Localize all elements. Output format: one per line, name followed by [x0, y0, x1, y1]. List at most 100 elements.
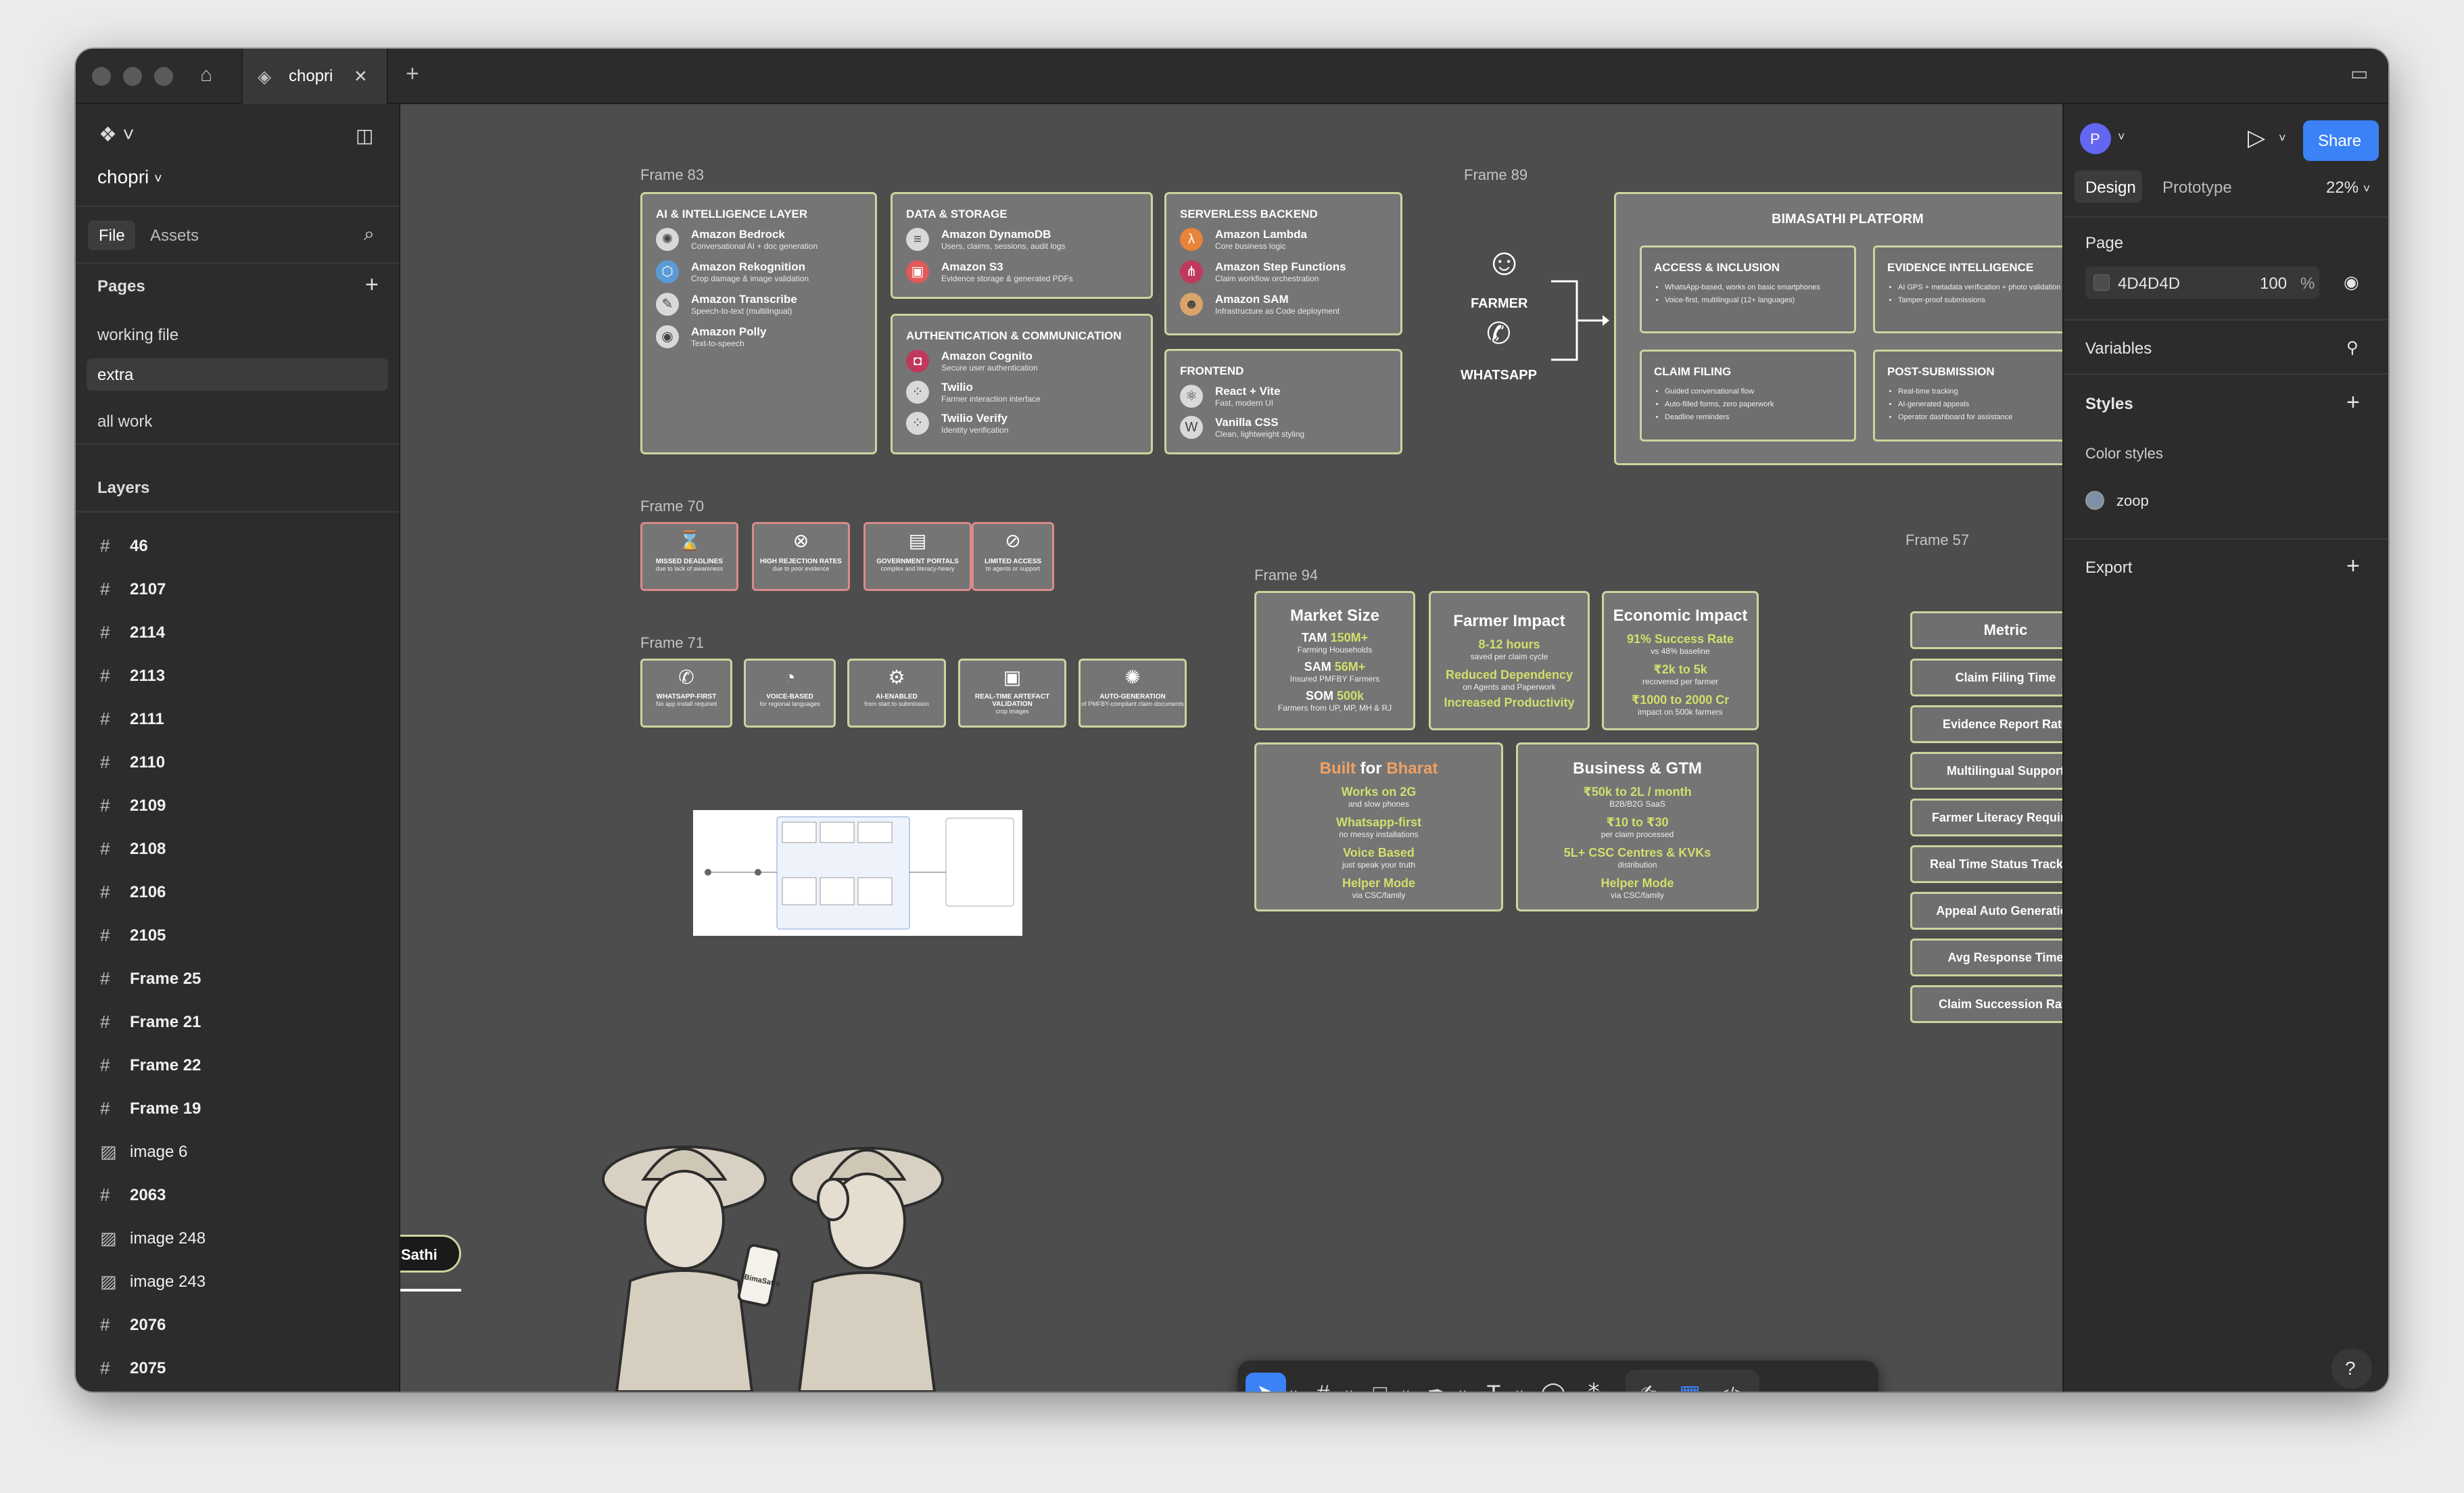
draw-tool-icon[interactable]: ✍ — [1630, 1375, 1666, 1392]
avatar[interactable]: P — [2080, 123, 2111, 154]
layer-row[interactable]: #2111 — [76, 698, 399, 741]
doc-tab[interactable]: ◈ chopri × — [241, 49, 388, 104]
help-button[interactable]: ? — [2331, 1348, 2372, 1389]
page-item[interactable]: working file — [97, 326, 179, 345]
serverless-card[interactable]: SERVERLESS BACKEND λ Amazon Lambda Core bu… — [1164, 192, 1402, 335]
problems-frame[interactable]: ⌛ MISSED DEADLINES due to lack of awarenes… — [640, 522, 1073, 591]
layer-row[interactable]: #2106 — [76, 871, 399, 914]
move-tool-button[interactable]: ➤ — [1246, 1373, 1286, 1392]
components-tool-icon[interactable]: ⁂ — [1575, 1375, 1612, 1392]
platform-card[interactable]: BIMASATHI PLATFORM ACCESS & INCLUSIONWha… — [1614, 192, 2062, 465]
page-item-selected[interactable]: extra — [87, 358, 388, 391]
text-tool-icon[interactable]: T — [1475, 1375, 1512, 1392]
minimize-window-button[interactable] — [123, 67, 142, 86]
metric-header: Metric — [1910, 611, 2062, 649]
add-export-icon[interactable]: + — [2346, 553, 2360, 579]
sidebar-panel-icon[interactable]: ▭ — [2350, 64, 2368, 84]
layer-row[interactable]: #2108 — [76, 828, 399, 871]
layer-row[interactable]: #2110 — [76, 741, 399, 784]
chevron-down-icon[interactable]: ˅ — [1512, 1375, 1527, 1392]
home-icon[interactable]: ⌂ — [200, 65, 212, 85]
chevron-down-icon[interactable]: ˅ — [2279, 131, 2286, 145]
layer-row[interactable]: ▨ image 6 — [76, 1131, 399, 1174]
data-storage-card[interactable]: DATA & STORAGE ≡ Amazon DynamoDB Users, cl… — [891, 192, 1153, 299]
close-window-button[interactable] — [92, 67, 111, 86]
add-page-icon[interactable]: + — [365, 272, 379, 298]
frame-label[interactable]: Frame 70 — [640, 498, 704, 515]
layer-name: 2114 — [130, 623, 166, 642]
frame-icon: # — [100, 882, 110, 902]
chevron-down-icon[interactable]: ˅ — [1286, 1375, 1301, 1392]
metric-row: Farmer Literacy Required — [1910, 799, 2062, 836]
frame-label[interactable]: Frame 71 — [640, 634, 704, 652]
page-color-field[interactable]: 4D4D4D 100 % — [2085, 266, 2319, 299]
layer-row[interactable]: # Frame 19 — [76, 1087, 399, 1131]
frontend-card[interactable]: FRONTEND ⚛ React + Vite Fast, modern UI WV… — [1164, 349, 1402, 454]
built-for-bharat-card[interactable]: Built for Bharat Works on 2G and slow pho… — [1254, 742, 1503, 911]
canvas[interactable]: Frame 83 AI & INTELLIGENCE LAYER ✺ Amazon… — [400, 104, 2062, 1392]
business-gtm-card[interactable]: Business & GTM ₹50k to 2L / month B2B/B2G… — [1516, 742, 1759, 911]
layer-row[interactable]: #2107 — [76, 568, 399, 611]
chevron-down-icon[interactable]: ˅ — [1455, 1375, 1470, 1392]
frame-label[interactable]: Frame 83 — [640, 166, 704, 184]
zoom-window-button[interactable] — [154, 67, 173, 86]
layer-row[interactable]: #2075 — [76, 1347, 399, 1390]
layer-row[interactable]: #2114 — [76, 611, 399, 655]
frame-label[interactable]: Frame 57 — [1905, 531, 1969, 549]
image-icon: ▨ — [100, 1228, 117, 1248]
frame-label[interactable]: Frame 89 — [1464, 166, 1527, 184]
diagram-thumbnail[interactable] — [693, 810, 1022, 936]
layer-row[interactable]: #2113 — [76, 655, 399, 698]
economic-impact-card[interactable]: Economic Impact 91% Success Rate vs 48% b… — [1602, 591, 1759, 730]
lambda-icon: λ — [1180, 228, 1203, 251]
farmer-impact-card[interactable]: Farmer Impact 8-12 hours saved per claim … — [1429, 591, 1590, 730]
zoom-level[interactable]: 22% ˅ — [2326, 179, 2370, 197]
dev-mode-icon[interactable]: </> — [1713, 1375, 1750, 1392]
tab-prototype[interactable]: Prototype — [2162, 179, 2232, 197]
variables-icon[interactable]: ⚲ — [2346, 338, 2359, 358]
layer-row[interactable]: #46 — [76, 525, 399, 568]
page-item[interactable]: all work — [97, 412, 152, 431]
features-frame[interactable]: ✆ WHATSAPP-FIRST No app install required ◔… — [640, 659, 1195, 728]
file-name[interactable]: chopri ˅ — [97, 166, 162, 188]
toggle-sidebar-icon[interactable]: ◫ — [356, 124, 373, 147]
share-button[interactable]: Share — [2303, 120, 2379, 161]
frame-tool-icon[interactable]: # — [1305, 1375, 1342, 1392]
problem-card: ⊘ LIMITED ACCESS to agents or support — [972, 522, 1054, 591]
chevron-down-icon[interactable]: ˅ — [1398, 1375, 1413, 1392]
variables-title: Variables — [2085, 339, 2152, 358]
auth-card[interactable]: AUTHENTICATION & COMMUNICATION ◘ Amazon C… — [891, 314, 1153, 454]
tab-file[interactable]: File — [88, 220, 135, 250]
main-menu-icon[interactable]: ❖ ˅ — [99, 123, 135, 147]
layer-row[interactable]: # Frame 25 — [76, 957, 399, 1001]
layer-row[interactable]: #2063 — [76, 1174, 399, 1217]
sathi-pill[interactable]: Sathi — [400, 1235, 461, 1273]
color-style-swatch[interactable] — [2085, 491, 2104, 510]
layer-row[interactable]: #2076 — [76, 1304, 399, 1347]
eye-icon[interactable]: ◉ — [2344, 272, 2359, 293]
tab-assets[interactable]: Assets — [150, 227, 199, 245]
layer-row[interactable]: ▨ image 243 — [76, 1260, 399, 1304]
layer-row[interactable]: #2105 — [76, 914, 399, 957]
s3-icon: ▣ — [906, 260, 929, 283]
add-style-icon[interactable]: + — [2346, 389, 2360, 416]
chevron-down-icon[interactable]: ˅ — [1342, 1375, 1356, 1392]
layer-row[interactable]: #2109 — [76, 784, 399, 828]
new-tab-icon[interactable]: + — [406, 62, 419, 85]
rectangle-tool-icon[interactable]: □ — [1362, 1375, 1398, 1392]
design-mode-icon[interactable]: ▦ — [1672, 1375, 1708, 1392]
search-icon[interactable]: ⌕ — [364, 223, 375, 245]
pen-tool-icon[interactable]: ✒ — [1419, 1375, 1455, 1392]
layer-row[interactable]: # Frame 21 — [76, 1001, 399, 1044]
close-tab-icon[interactable]: × — [354, 64, 367, 89]
comment-tool-icon[interactable]: ◯ — [1535, 1375, 1571, 1392]
present-icon[interactable]: ▷ — [2248, 124, 2265, 151]
market-size-card[interactable]: Market Size TAM 150M+ Farming Households … — [1254, 591, 1415, 730]
ai-layer-card[interactable]: AI & INTELLIGENCE LAYER ✺ Amazon Bedrock C… — [640, 192, 877, 454]
chevron-down-icon[interactable]: ˅ — [2118, 130, 2125, 144]
layer-row[interactable]: # Frame 22 — [76, 1044, 399, 1087]
layer-row[interactable]: ▨ image 248 — [76, 1217, 399, 1260]
frame-label[interactable]: Frame 94 — [1254, 567, 1318, 584]
color-style-name[interactable]: zoop — [2116, 492, 2149, 510]
tab-design[interactable]: Design — [2075, 170, 2142, 203]
